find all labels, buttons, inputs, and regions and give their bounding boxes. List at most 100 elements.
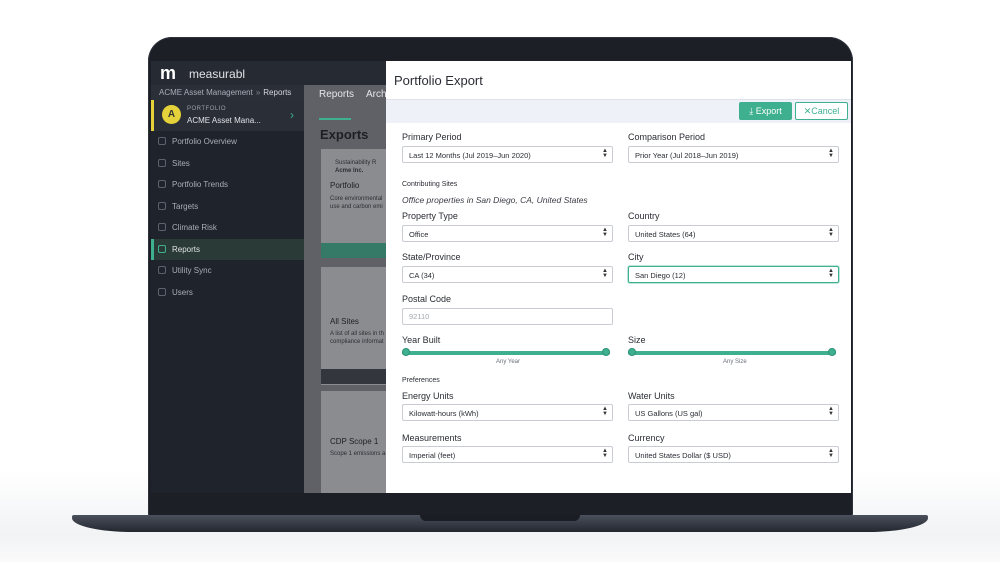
brand-logo-icon[interactable]: m	[160, 64, 176, 82]
select-arrows-icon: ▲ ▼	[828, 268, 834, 279]
sidebar-item-label: Climate Risk	[172, 223, 217, 232]
sidebar-item-portfolio-trends[interactable]: Portfolio Trends	[151, 174, 304, 196]
page-title: Exports	[320, 127, 369, 142]
card-desc: compliance informat	[330, 339, 384, 345]
card-org: Acme Inc.	[335, 168, 364, 174]
card-title: Portfolio	[330, 181, 360, 190]
slider-handle-min[interactable]	[402, 348, 410, 356]
currency-label: Currency	[628, 433, 665, 443]
water-units-select[interactable]: US Gallons (US gal) ▲ ▼	[628, 404, 839, 421]
postal-code-input[interactable]	[402, 308, 613, 325]
year-built-range-label: Any Year	[496, 359, 521, 365]
comparison-period-label: Comparison Period	[628, 132, 706, 142]
currency-select[interactable]: United States Dollar ($ USD) ▲ ▼	[628, 446, 839, 463]
sidebar-item-utility-sync[interactable]: Utility Sync	[151, 260, 304, 282]
avatar: A	[162, 105, 181, 124]
sidebar-nav: Portfolio Overview Sites Portfolio Trend…	[151, 131, 304, 303]
sidebar-item-targets[interactable]: Targets	[151, 196, 304, 218]
sync-icon	[158, 266, 166, 274]
country-select[interactable]: United States (64) ▲ ▼	[628, 225, 839, 242]
overview-icon	[158, 137, 166, 145]
card-desc: Scope 1 emissions a	[330, 451, 386, 457]
measurements-select[interactable]: Imperial (feet) ▲ ▼	[402, 446, 613, 463]
energy-units-select[interactable]: Kilowatt-hours (kWh) ▲ ▼	[402, 404, 613, 421]
select-value: United States (64)	[635, 230, 696, 239]
select-value: CA (34)	[409, 271, 435, 280]
property-type-select[interactable]: Office ▲ ▼	[402, 225, 613, 242]
energy-units-label: Energy Units	[402, 391, 454, 401]
breadcrumb-item-org[interactable]: ACME Asset Management	[159, 88, 253, 97]
export-button-label: Export	[755, 105, 782, 116]
chevron-right-icon: ›	[290, 108, 294, 122]
contributing-sites-label: Contributing Sites	[402, 181, 458, 188]
city-label: City	[628, 252, 644, 262]
contributing-sites-summary: Office properties in San Diego, CA, Unit…	[402, 195, 588, 205]
portfolio-switcher[interactable]: A PORTFOLIO ACME Asset Mana... ›	[151, 100, 304, 131]
primary-period-select[interactable]: Last 12 Months (Jul 2019–Jun 2020) ▲ ▼	[402, 146, 613, 163]
sidebar-item-label: Portfolio Trends	[172, 180, 229, 189]
size-slider[interactable]	[628, 348, 836, 358]
cancel-button-label: Cancel	[811, 105, 840, 116]
export-button[interactable]: ⤓ Export	[739, 102, 792, 120]
slider-handle-min[interactable]	[628, 348, 636, 356]
sidebar-item-climate-risk[interactable]: Climate Risk	[151, 217, 304, 239]
select-value: San Diego (12)	[635, 271, 686, 280]
select-arrows-icon: ▲ ▼	[602, 406, 608, 417]
sidebar-item-label: Reports	[172, 244, 201, 254]
select-arrows-icon: ▲ ▼	[828, 406, 834, 417]
climate-icon	[158, 223, 166, 231]
year-built-slider[interactable]	[402, 348, 610, 358]
card-desc: use and carbon emi	[330, 204, 383, 210]
card-action-bar[interactable]	[321, 369, 391, 384]
sidebar-item-sites[interactable]: Sites	[151, 153, 304, 175]
slider-handle-max[interactable]	[828, 348, 836, 356]
card-title: All Sites	[330, 317, 359, 326]
select-arrows-icon: ▲ ▼	[602, 268, 608, 279]
sidebar-item-label: Utility Sync	[172, 266, 212, 275]
sites-icon	[158, 158, 166, 167]
trends-icon	[158, 180, 166, 188]
comparison-period-select[interactable]: Prior Year (Jul 2018–Jun 2019) ▲ ▼	[628, 146, 839, 163]
sidebar-item-users[interactable]: Users	[151, 282, 304, 304]
tab-active-indicator	[319, 118, 351, 120]
tab-reports[interactable]: Reports	[319, 89, 354, 100]
export-card-portfolio[interactable]: Sustainability R Acme Inc. Portfolio Cor…	[321, 149, 391, 243]
city-select[interactable]: San Diego (12) ▲ ▼	[628, 266, 839, 283]
card-header: Sustainability R	[335, 160, 377, 166]
size-range-label: Any Size	[723, 359, 747, 365]
portfolio-label: PORTFOLIO	[187, 106, 227, 112]
postal-code-label: Postal Code	[402, 294, 452, 304]
state-select[interactable]: CA (34) ▲ ▼	[402, 266, 613, 283]
targets-icon	[158, 201, 166, 210]
year-built-label: Year Built	[402, 335, 441, 345]
breadcrumb-item-current: Reports	[263, 88, 292, 97]
select-arrows-icon: ▲ ▼	[602, 227, 608, 238]
sidebar-item-label: Targets	[172, 201, 199, 211]
portfolio-export-modal: Portfolio Export ⤓ Export ✕Cancel Primar…	[386, 61, 851, 493]
card-desc: Core environmental	[330, 196, 383, 202]
app-screen: m measurabl ACME Asset Management» Report…	[151, 61, 851, 493]
sidebar-item-portfolio-overview[interactable]: Portfolio Overview	[151, 131, 304, 153]
select-arrows-icon: ▲ ▼	[602, 148, 608, 159]
users-icon	[158, 287, 166, 296]
sidebar-item-label: Portfolio Overview	[172, 137, 237, 146]
export-card-all-sites[interactable]: All Sites A list of all sites in th comp…	[321, 267, 391, 385]
water-units-label: Water Units	[628, 391, 675, 401]
modal-title: Portfolio Export	[394, 73, 483, 88]
download-icon: ⤓	[749, 105, 754, 116]
select-value: United States Dollar ($ USD)	[635, 451, 731, 460]
select-arrows-icon: ▲ ▼	[828, 227, 834, 238]
select-arrows-icon: ▲ ▼	[828, 148, 834, 159]
slider-track	[402, 351, 610, 355]
sidebar-item-label: Sites	[172, 158, 190, 168]
sidebar-item-reports[interactable]: Reports	[151, 238, 304, 260]
measurements-label: Measurements	[402, 433, 462, 443]
laptop-base-notch	[420, 515, 580, 521]
export-card-cdp-scope-1[interactable]: CDP Scope 1 Scope 1 emissions a	[321, 391, 391, 493]
cancel-button[interactable]: ✕Cancel	[795, 102, 848, 120]
country-label: Country	[628, 211, 660, 221]
property-type-label: Property Type	[402, 211, 458, 221]
card-action-bar[interactable]	[321, 243, 391, 258]
slider-handle-max[interactable]	[602, 348, 610, 356]
sidebar-item-label: Users	[172, 287, 193, 297]
